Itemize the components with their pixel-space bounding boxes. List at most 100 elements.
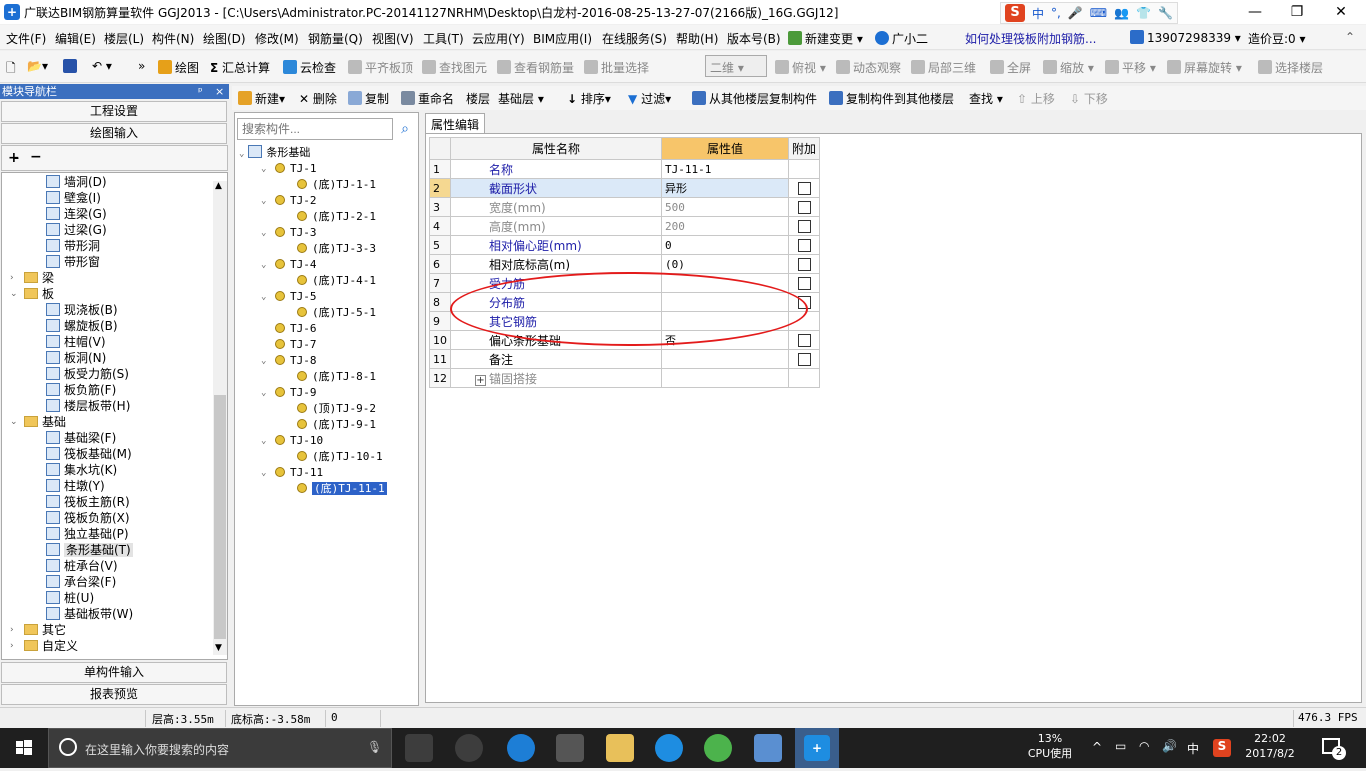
view-rebar-button[interactable]: 查看钢筋量	[497, 59, 574, 76]
addon-checkbox[interactable]	[797, 220, 811, 233]
property-value[interactable]: 0	[661, 235, 789, 255]
collapse-icon[interactable]: ⌄	[261, 353, 266, 369]
delete-button[interactable]: ✕ 删除	[299, 90, 337, 107]
ggj-active-app-icon[interactable]: +	[795, 728, 839, 768]
filter-button[interactable]: ▼ 过滤▾	[628, 90, 671, 107]
keyboard-icon[interactable]: ⌨	[1090, 6, 1107, 20]
nav-folder[interactable]: › 其它	[10, 622, 66, 638]
collapse-icon[interactable]: ⌄	[261, 433, 266, 449]
show-hidden-icons-icon[interactable]: ^	[1092, 740, 1102, 754]
menu-online[interactable]: 在线服务(S)	[602, 30, 667, 47]
property-value[interactable]	[661, 349, 789, 369]
nav-item[interactable]: 柱墩(Y)	[46, 478, 105, 494]
addon-checkbox[interactable]	[797, 182, 811, 195]
nav-item[interactable]: 壁龛(I)	[46, 190, 101, 206]
sub-component-item[interactable]: (底)TJ-11-1	[297, 481, 387, 497]
nav-item[interactable]: 筏板基础(M)	[46, 446, 132, 462]
menu-account[interactable]: 13907298339 ▾	[1130, 30, 1241, 45]
nav-item[interactable]: 带形洞	[46, 238, 100, 254]
nav-item[interactable]: 筏板负筋(X)	[46, 510, 130, 526]
scroll-down-icon[interactable]: ▼	[215, 643, 222, 653]
project-settings-button[interactable]: 工程设置	[1, 101, 227, 122]
top-view-button[interactable]: 俯视 ▾	[775, 59, 826, 76]
pin-icon[interactable]: ᵖ	[198, 84, 203, 99]
nav-item[interactable]: 承台梁(F)	[46, 574, 116, 590]
sub-component-item[interactable]: (底)TJ-2-1	[297, 209, 376, 225]
rename-button[interactable]: 重命名	[401, 90, 454, 107]
undo-icon[interactable]: ↶ ▾	[92, 59, 112, 73]
copy-from-floor-button[interactable]: 从其他楼层复制构件	[692, 90, 817, 107]
copy-button[interactable]: 复制	[348, 90, 389, 107]
sub-component-item[interactable]: (底)TJ-3-3	[297, 241, 376, 257]
sub-component-item[interactable]: (底)TJ-1-1	[297, 177, 376, 193]
nav-item[interactable]: 板负筋(F)	[46, 382, 116, 398]
nav-item[interactable]: 桩(U)	[46, 590, 94, 606]
component-item[interactable]: TJ-2 ⌄	[261, 193, 317, 209]
component-search-input[interactable]	[237, 118, 393, 140]
collapse-icon[interactable]: ⌄	[261, 225, 266, 241]
draw-button[interactable]: 绘图	[158, 59, 199, 76]
addon-checkbox[interactable]	[797, 239, 811, 252]
close-icon[interactable]: ✕	[1326, 2, 1356, 22]
nav-item[interactable]: 过梁(G)	[46, 222, 107, 238]
clock[interactable]: 22:02 2017/8/2	[1240, 731, 1300, 761]
nav-item[interactable]: 现浇板(B)	[46, 302, 118, 318]
collapse-icon[interactable]: ⌄	[261, 465, 266, 481]
move-up-button[interactable]: ⇧ 上移	[1017, 90, 1055, 107]
maximize-icon[interactable]: ❐	[1282, 2, 1312, 22]
fullscreen-button[interactable]: 全屏	[990, 59, 1031, 76]
expand-icon[interactable]: ›	[10, 622, 14, 638]
new-file-icon[interactable]: 🗋	[6, 59, 16, 80]
nav-item[interactable]: 带形窗	[46, 254, 100, 270]
component-item[interactable]: TJ-6	[275, 321, 317, 337]
menu-rebar-qty[interactable]: 钢筋量(Q)	[308, 30, 363, 47]
nav-item[interactable]: 集水坑(K)	[46, 462, 117, 478]
app-window-icon[interactable]	[754, 734, 782, 762]
collapse-icon[interactable]: ⌄	[261, 193, 266, 209]
menu-tools[interactable]: 工具(T)	[423, 30, 464, 47]
property-value[interactable]: TJ-11-1	[661, 159, 789, 179]
menu-draw[interactable]: 绘图(D)	[203, 30, 246, 47]
local-3d-button[interactable]: 局部三维	[911, 59, 976, 76]
nav-item[interactable]: 柱帽(V)	[46, 334, 106, 350]
volume-icon[interactable]: 🔊	[1162, 739, 1177, 753]
notification-icon[interactable]: 2	[1322, 736, 1346, 760]
addon-cell[interactable]	[787, 235, 821, 255]
property-row[interactable]: 3 宽度(mm) 500	[429, 197, 821, 217]
sub-component-item[interactable]: (顶)TJ-9-2	[297, 401, 376, 417]
menu-version[interactable]: 版本号(B)	[727, 30, 781, 47]
menu-file[interactable]: 文件(F)	[6, 30, 46, 47]
property-row[interactable]: 2 截面形状 异形	[429, 178, 821, 198]
expand-all-icon[interactable]: +̵	[8, 150, 20, 166]
new-component-button[interactable]: 新建▾	[238, 90, 285, 107]
sub-component-item[interactable]: (底)TJ-4-1	[297, 273, 376, 289]
property-value[interactable]: 500	[661, 197, 789, 217]
component-item[interactable]: TJ-9 ⌄	[261, 385, 317, 401]
sub-component-item[interactable]: (底)TJ-9-1	[297, 417, 376, 433]
report-preview-button[interactable]: 报表预览	[1, 684, 227, 705]
find-button[interactable]: 查找 ▾	[969, 90, 1003, 107]
move-down-button[interactable]: ⇩ 下移	[1070, 90, 1108, 107]
property-row[interactable]: 1 名称 TJ-11-1	[429, 159, 821, 179]
flush-slab-button[interactable]: 平齐板顶	[348, 59, 413, 76]
shirt-icon[interactable]: 👕	[1136, 6, 1151, 20]
menu-component[interactable]: 构件(N)	[152, 30, 194, 47]
nav-item[interactable]: 桩承台(V)	[46, 558, 118, 574]
sogou-icon[interactable]: S	[1005, 4, 1025, 22]
help-link[interactable]: 如何处理筏板附加钢筋...	[965, 30, 1096, 47]
collapse-icon[interactable]: ⌄	[10, 286, 18, 302]
nav-item[interactable]: 板受力筋(S)	[46, 366, 129, 382]
glodon-app-icon[interactable]	[655, 734, 683, 762]
collapse-all-icon[interactable]: −	[30, 149, 42, 165]
collapse-icon[interactable]: ⌄	[261, 385, 266, 401]
menu-edit[interactable]: 编辑(E)	[55, 30, 96, 47]
tab-property-edit[interactable]: 属性编辑	[425, 113, 486, 133]
floor-select[interactable]: 基础层 ▾	[498, 90, 544, 107]
addon-checkbox[interactable]	[797, 277, 811, 290]
nav-item[interactable]: 螺旋板(B)	[46, 318, 118, 334]
component-item[interactable]: TJ-3 ⌄	[261, 225, 317, 241]
network-icon[interactable]: ▭	[1115, 739, 1126, 753]
component-item[interactable]: TJ-4 ⌄	[261, 257, 317, 273]
single-input-button[interactable]: 单构件输入	[1, 662, 227, 683]
component-item[interactable]: TJ-7	[275, 337, 317, 353]
